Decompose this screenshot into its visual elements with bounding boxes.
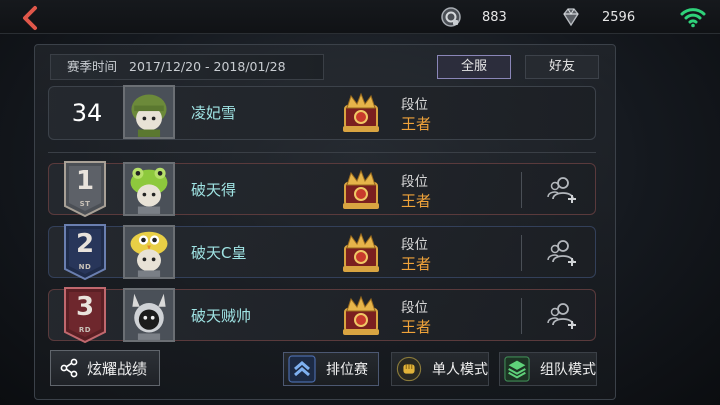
self-rank-row: 34 凌妃雪 段位 王者 <box>48 85 596 140</box>
divider <box>521 298 522 334</box>
divider <box>521 235 522 271</box>
place-suffix: ST <box>79 200 91 208</box>
share-record-button[interactable]: 炫耀战绩 <box>50 350 160 386</box>
mode-label: 单人模式 <box>432 362 488 378</box>
mode-label: 排位赛 <box>326 362 368 378</box>
frog-hat-character-avatar <box>125 164 173 214</box>
place-number: 3 <box>75 292 95 322</box>
place-number: 2 <box>75 229 95 259</box>
season-range: 2017/12/20 - 2018/01/28 <box>129 59 286 74</box>
coin-value: 883 <box>482 9 507 25</box>
place-suffix: ND <box>78 263 92 271</box>
player-name: 破天贼帅 <box>191 307 252 325</box>
tier-label: 段位 <box>401 97 428 113</box>
solo-mode-button[interactable]: 单人模式 <box>391 352 489 386</box>
divider <box>521 172 522 208</box>
back-button[interactable] <box>18 5 44 31</box>
divider <box>48 152 596 153</box>
leaderboard-row-2: 2 ND 破天C皇 段位 王者 <box>48 223 596 281</box>
player-name: 破天得 <box>191 181 237 199</box>
helmet-character-avatar <box>125 87 173 137</box>
tier-label: 段位 <box>401 237 428 253</box>
leaderboard-row-1: 1 ST 破天得 段位 王者 <box>48 160 596 218</box>
tier-value: 王者 <box>401 192 432 210</box>
tier-value: 王者 <box>401 318 432 336</box>
coin-counter: 883 <box>440 6 507 28</box>
king-tier-crown-icon <box>343 169 379 209</box>
wifi-icon <box>680 8 706 28</box>
leaderboard-row-3: 3 RD 破天贼帅 段位 王者 <box>48 286 596 344</box>
king-tier-crown-icon <box>343 232 379 272</box>
king-tier-crown-icon <box>343 92 379 132</box>
avatar <box>123 162 175 216</box>
tab-all-server[interactable]: 全服 <box>437 55 511 79</box>
self-rank-number: 34 <box>71 99 103 127</box>
avatar <box>123 288 175 342</box>
share-icon <box>60 358 78 378</box>
season-period: 赛季时间 2017/12/20 - 2018/01/28 <box>50 54 324 80</box>
add-friend-icon[interactable] <box>547 175 579 205</box>
tab-friends[interactable]: 好友 <box>525 55 599 79</box>
player-name: 凌妃雪 <box>191 104 237 122</box>
ranked-mode-button[interactable]: 排位赛 <box>283 352 379 386</box>
chevron-left-icon <box>23 6 37 30</box>
season-label: 赛季时间 <box>67 59 118 74</box>
diamond-counter: 2596 <box>560 6 635 28</box>
diamond-icon <box>563 8 579 27</box>
tier-value: 王者 <box>401 115 432 133</box>
third-place-medal: 3 RD <box>61 286 109 344</box>
team-icon <box>504 356 530 382</box>
ranked-chevron-icon <box>288 355 316 383</box>
place-suffix: RD <box>78 326 92 334</box>
first-place-medal: 1 ST <box>61 160 109 218</box>
avatar <box>123 85 175 139</box>
add-friend-icon[interactable] <box>547 301 579 331</box>
add-friend-icon[interactable] <box>547 238 579 268</box>
avatar <box>123 225 175 279</box>
top-bar: 883 2596 <box>0 0 720 34</box>
tier-value: 王者 <box>401 255 432 273</box>
tier-label: 段位 <box>401 174 428 190</box>
mode-label: 组队模式 <box>540 362 596 378</box>
second-place-medal: 2 ND <box>61 223 109 281</box>
place-number: 1 <box>75 166 95 196</box>
player-name: 破天C皇 <box>191 244 247 262</box>
tier-label: 段位 <box>401 300 428 316</box>
horned-character-avatar <box>125 290 173 340</box>
fist-icon <box>396 356 422 382</box>
diamond-value: 2596 <box>602 9 636 25</box>
coin-icon <box>441 7 461 27</box>
chick-hat-character-avatar <box>125 227 173 277</box>
share-label: 炫耀战绩 <box>87 359 148 378</box>
king-tier-crown-icon <box>343 295 379 335</box>
team-mode-button[interactable]: 组队模式 <box>499 352 597 386</box>
